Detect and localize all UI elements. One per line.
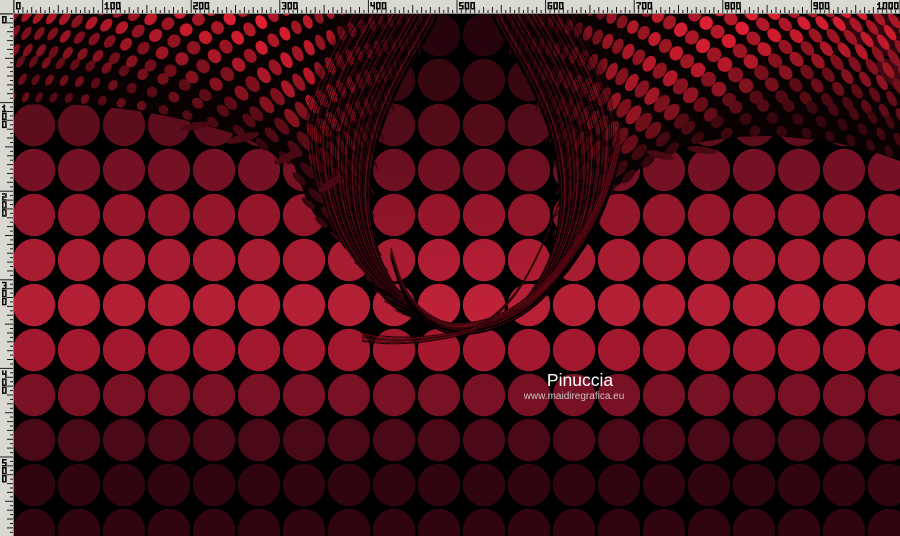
svg-text:www.maidiregrafica.eu: www.maidiregrafica.eu bbox=[523, 391, 625, 402]
svg-text:Pinuccia: Pinuccia bbox=[547, 370, 613, 390]
